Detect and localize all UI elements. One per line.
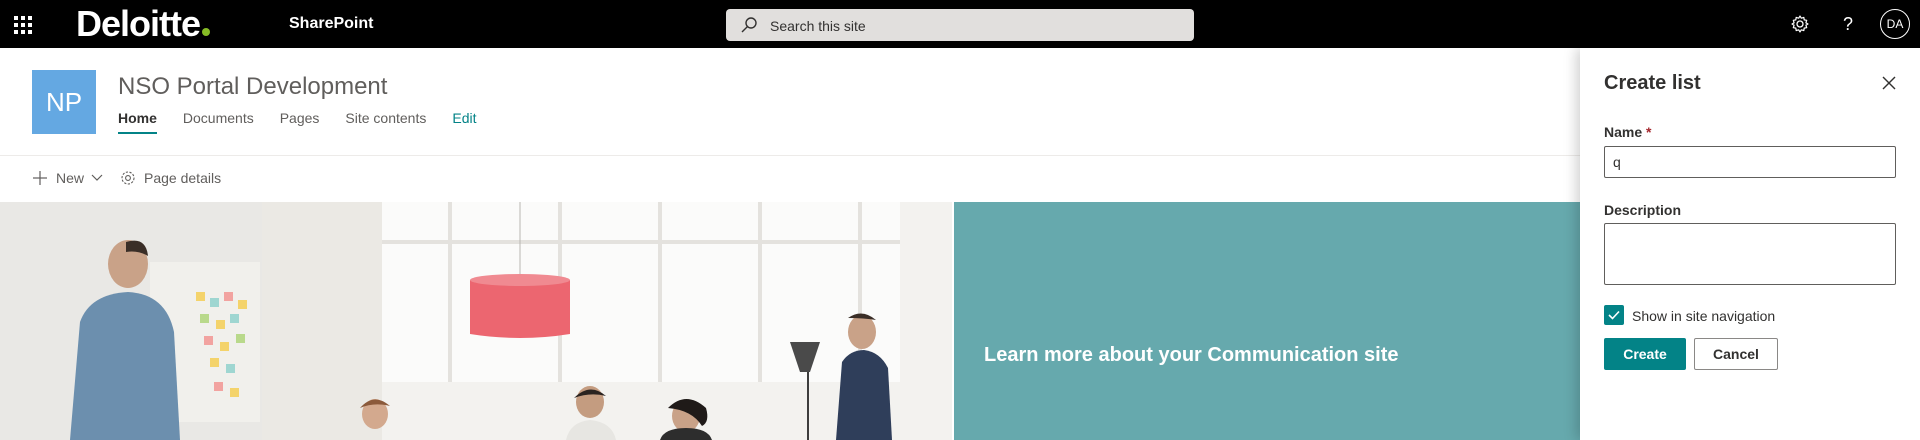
search-icon	[741, 17, 757, 33]
new-label: New	[56, 170, 85, 186]
show-in-nav-label[interactable]: Show in site navigation	[1632, 307, 1775, 325]
settings-icon[interactable]	[1788, 12, 1812, 36]
create-button[interactable]: Create	[1604, 338, 1686, 370]
office-photo	[0, 202, 952, 440]
nav-item-site-contents[interactable]: Site contents	[345, 108, 426, 128]
panel-title: Create list	[1604, 72, 1701, 94]
command-bar: New Page details	[32, 170, 237, 186]
close-icon[interactable]	[1880, 74, 1898, 92]
avatar[interactable]: DA	[1880, 9, 1910, 39]
create-list-panel: Create list Name * Description Show in s…	[1580, 48, 1920, 440]
app-name-link[interactable]: SharePoint	[289, 14, 373, 34]
cancel-button[interactable]: Cancel	[1694, 338, 1778, 370]
search-box[interactable]: Search this site	[726, 9, 1194, 41]
suite-bar: Deloitte SharePoint Search this site ? D…	[0, 0, 1920, 48]
name-field[interactable]	[1604, 146, 1896, 178]
required-marker: *	[1646, 124, 1652, 140]
nav-item-documents[interactable]: Documents	[183, 108, 254, 128]
site-navigation: Home Documents Pages Site contents Edit	[118, 108, 502, 134]
description-label: Description	[1604, 202, 1682, 218]
name-label: Name *	[1604, 123, 1651, 141]
search-placeholder: Search this site	[770, 18, 866, 34]
chevron-down-icon	[91, 174, 103, 181]
description-field[interactable]	[1604, 223, 1896, 285]
hero-tile-caption: Learn more about your Communication site	[984, 344, 1399, 366]
gear-icon	[121, 171, 135, 185]
divider	[0, 155, 1580, 156]
site-title[interactable]: NSO Portal Development	[118, 72, 387, 102]
hero-tile[interactable]: Learn more about your Communication site	[954, 202, 1580, 440]
plus-icon	[33, 171, 47, 185]
brand-dot	[202, 28, 211, 36]
help-icon[interactable]: ?	[1836, 12, 1860, 36]
app-launcher-icon[interactable]	[10, 12, 34, 36]
nav-item-home[interactable]: Home	[118, 108, 157, 134]
page-details-label: Page details	[144, 170, 222, 186]
new-button[interactable]: New	[32, 170, 104, 186]
brand-text: Deloitte	[76, 3, 201, 44]
name-label-text: Name	[1604, 124, 1643, 140]
page-details-button[interactable]: Page details	[120, 170, 221, 186]
hero-image[interactable]	[0, 202, 952, 440]
nav-edit-link[interactable]: Edit	[452, 108, 476, 128]
checkmark-icon	[1608, 310, 1620, 320]
show-in-nav-checkbox[interactable]	[1604, 305, 1624, 325]
nav-item-pages[interactable]: Pages	[280, 108, 320, 128]
site-logo[interactable]: NP	[32, 70, 96, 134]
brand-logo[interactable]: Deloitte	[76, 3, 211, 44]
